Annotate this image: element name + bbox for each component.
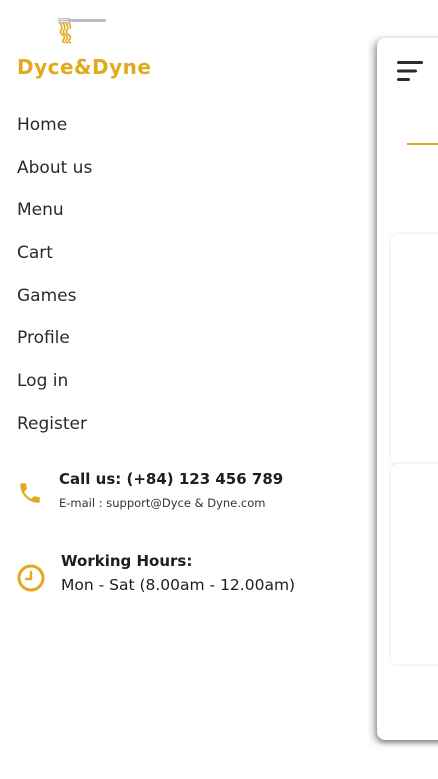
nav-item-about-us[interactable]: About us <box>17 153 317 196</box>
nav-item-profile[interactable]: Profile <box>17 323 317 366</box>
nav-item-cart[interactable]: Cart <box>17 238 317 281</box>
phone-icon <box>20 483 40 503</box>
nav-item-menu[interactable]: Menu <box>17 195 317 238</box>
working-hours-block: Working Hours: Mon - Sat (8.00am - 12.00… <box>17 552 357 604</box>
nav-item-games[interactable]: Games <box>17 281 317 324</box>
fork-with-noodles-icon <box>58 18 106 44</box>
logo[interactable]: Dyce&Dyne <box>17 16 151 82</box>
contact-block: Call us: (+84) 123 456 789 E-mail : supp… <box>17 470 357 518</box>
nav-item-home[interactable]: Home <box>17 110 317 153</box>
logo-text: Dyce&Dyne <box>17 55 152 79</box>
content-card[interactable] <box>391 234 438 464</box>
accent-divider <box>407 143 438 145</box>
clock-icon <box>17 564 45 592</box>
main-content-panel <box>377 38 438 740</box>
working-hours-value: Mon - Sat (8.00am - 12.00am) <box>61 576 296 594</box>
hamburger-menu-icon[interactable] <box>395 58 425 84</box>
page: Dyce&Dyne Home About us Menu Cart Games … <box>0 0 438 779</box>
working-hours-title: Working Hours: <box>61 552 193 570</box>
nav-item-log-in[interactable]: Log in <box>17 366 317 409</box>
nav-item-register[interactable]: Register <box>17 409 317 452</box>
content-card[interactable] <box>391 464 438 664</box>
main-nav: Home About us Menu Cart Games Profile Lo… <box>17 110 317 452</box>
email-text[interactable]: E-mail : support@Dyce & Dyne.com <box>59 496 265 510</box>
call-us-text[interactable]: Call us: (+84) 123 456 789 <box>59 470 283 488</box>
